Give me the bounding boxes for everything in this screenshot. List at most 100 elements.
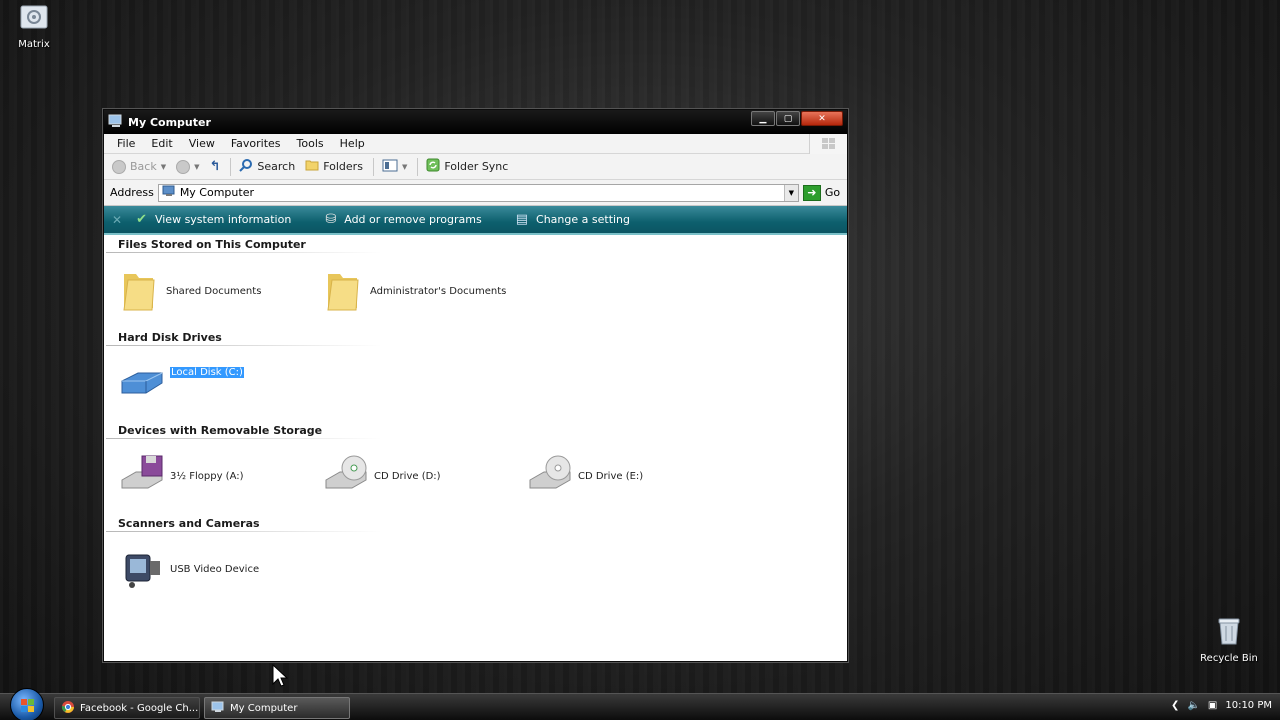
device-usb-video[interactable]: USB Video Device bbox=[120, 547, 259, 592]
item-label: 3½ Floppy (A:) bbox=[170, 471, 244, 482]
taskbar-button-label: Facebook - Google Ch... bbox=[80, 702, 199, 714]
menu-edit[interactable]: Edit bbox=[143, 137, 180, 150]
task-add-remove-programs[interactable]: ⛁ Add or remove programs bbox=[325, 212, 481, 227]
toolbar-separator bbox=[417, 157, 419, 176]
folder-icon bbox=[324, 268, 364, 315]
address-bar: Address My Computer ▼ ➜ Go bbox=[104, 180, 847, 206]
toolbar-separator bbox=[230, 157, 232, 176]
close-icon[interactable]: ✕ bbox=[112, 213, 122, 227]
folder-shared-documents[interactable]: Shared Documents bbox=[120, 268, 261, 315]
folder-administrators-documents[interactable]: Administrator's Documents bbox=[324, 268, 506, 315]
windows-logo-icon bbox=[21, 699, 34, 712]
back-button[interactable]: Back ▼ bbox=[112, 159, 167, 174]
forward-arrow-icon bbox=[176, 159, 191, 174]
task-label: Add or remove programs bbox=[344, 213, 482, 226]
matrix-screensaver-icon bbox=[0, 4, 69, 35]
group-divider bbox=[106, 531, 382, 532]
group-divider bbox=[106, 345, 382, 346]
drive-local-disk-c[interactable]: Local Disk (C:) bbox=[120, 366, 245, 402]
forward-button[interactable]: ▼ bbox=[176, 159, 200, 174]
cd-drive-icon bbox=[528, 454, 572, 499]
item-label: Administrator's Documents bbox=[370, 286, 507, 297]
toolbar-separator bbox=[372, 157, 374, 176]
go-button[interactable]: ➜ Go bbox=[802, 184, 841, 201]
recycle-bin-icon bbox=[1194, 616, 1264, 649]
item-label: Local Disk (C:) bbox=[169, 366, 245, 379]
window-title: My Computer bbox=[128, 115, 211, 129]
system-tasks-bar: ✕ ✔ View system information ⛁ Add or rem… bbox=[104, 206, 847, 235]
taskbar-button-chrome[interactable]: Facebook - Google Ch... bbox=[54, 697, 200, 719]
clock[interactable]: 10:10 PM bbox=[1225, 700, 1272, 711]
desktop-icon-recycle-bin[interactable]: Recycle Bin bbox=[1194, 616, 1264, 664]
settings-icon: ▤ bbox=[515, 212, 529, 227]
address-value: My Computer bbox=[179, 186, 254, 199]
folder-sync-label: Folder Sync bbox=[444, 160, 509, 173]
menu-view[interactable]: View bbox=[181, 137, 223, 150]
system-tray: ❮ 🔈 ▣ 10:10 PM bbox=[1171, 700, 1272, 711]
menu-favorites[interactable]: Favorites bbox=[223, 137, 289, 150]
close-button[interactable]: ✕ bbox=[801, 111, 843, 126]
address-label: Address bbox=[110, 186, 154, 199]
views-icon bbox=[382, 159, 398, 175]
my-computer-icon bbox=[211, 701, 225, 716]
window-titlebar[interactable]: My Computer ▁ ▢ ✕ bbox=[104, 110, 847, 134]
standard-toolbar: Back ▼ ▼ ↰ Search Folders ▼ Folder Sync bbox=[104, 154, 847, 180]
up-folder-icon: ↰ bbox=[209, 159, 221, 174]
go-arrow-icon: ➜ bbox=[802, 184, 821, 201]
chevron-down-icon: ▼ bbox=[160, 162, 167, 171]
taskbar-button-my-computer[interactable]: My Computer bbox=[204, 697, 350, 719]
network-icon[interactable]: ▣ bbox=[1208, 700, 1217, 711]
floppy-drive-icon bbox=[120, 454, 164, 499]
back-label: Back bbox=[130, 160, 157, 173]
task-label: Change a setting bbox=[536, 213, 631, 226]
desktop-icon-matrix[interactable]: Matrix bbox=[0, 4, 69, 50]
drive-floppy-a[interactable]: 3½ Floppy (A:) bbox=[120, 454, 244, 499]
my-computer-icon bbox=[162, 185, 176, 200]
menu-bar: File Edit View Favorites Tools Help bbox=[104, 134, 847, 154]
address-dropdown-button[interactable]: ▼ bbox=[783, 184, 798, 201]
group-divider bbox=[106, 252, 382, 253]
search-button[interactable]: Search bbox=[239, 158, 295, 175]
item-label: CD Drive (D:) bbox=[374, 471, 441, 482]
mouse-cursor-icon bbox=[272, 663, 289, 691]
folders-label: Folders bbox=[323, 160, 363, 173]
up-button[interactable]: ↰ bbox=[210, 159, 221, 174]
item-label: Shared Documents bbox=[166, 286, 262, 297]
folder-icon bbox=[305, 159, 319, 174]
chevron-down-icon: ▼ bbox=[194, 162, 200, 171]
item-label: CD Drive (E:) bbox=[578, 471, 644, 482]
group-divider bbox=[106, 438, 382, 439]
checkmark-icon: ✔ bbox=[136, 212, 147, 227]
go-label: Go bbox=[824, 186, 841, 199]
folder-sync-button[interactable]: Folder Sync bbox=[426, 158, 508, 175]
start-button[interactable] bbox=[10, 688, 44, 720]
task-view-system-information[interactable]: ✔ View system information bbox=[136, 212, 291, 227]
task-label: View system information bbox=[154, 213, 292, 226]
search-icon bbox=[239, 158, 253, 175]
views-button[interactable]: ▼ bbox=[382, 159, 407, 175]
address-input[interactable]: My Computer ▼ bbox=[157, 183, 799, 202]
drive-cd-d[interactable]: CD Drive (D:) bbox=[324, 454, 441, 499]
folder-icon bbox=[120, 268, 160, 315]
video-camera-icon bbox=[120, 547, 164, 592]
my-computer-window: My Computer ▁ ▢ ✕ File Edit View Favorit… bbox=[103, 109, 848, 662]
chevron-left-icon[interactable]: ❮ bbox=[1171, 700, 1179, 711]
minimize-button[interactable]: ▁ bbox=[751, 111, 775, 126]
menu-file[interactable]: File bbox=[109, 137, 143, 150]
task-change-setting[interactable]: ▤ Change a setting bbox=[516, 212, 630, 227]
chrome-icon bbox=[61, 700, 75, 717]
chevron-down-icon: ▼ bbox=[401, 162, 408, 171]
maximize-button[interactable]: ▢ bbox=[776, 111, 800, 126]
hard-drive-icon bbox=[120, 367, 164, 402]
drive-cd-e[interactable]: CD Drive (E:) bbox=[528, 454, 643, 499]
sync-icon bbox=[426, 158, 440, 175]
folders-button[interactable]: Folders bbox=[305, 159, 363, 174]
taskbar-button-label: My Computer bbox=[230, 702, 298, 714]
group-heading-scanners-cameras: Scanners and Cameras bbox=[118, 517, 260, 530]
volume-icon[interactable]: 🔈 bbox=[1187, 700, 1199, 711]
desktop-icon-label: Matrix bbox=[18, 39, 50, 50]
search-label: Search bbox=[257, 160, 296, 173]
menu-tools[interactable]: Tools bbox=[289, 137, 332, 150]
menu-help[interactable]: Help bbox=[332, 137, 373, 150]
cd-drive-icon bbox=[324, 454, 368, 499]
